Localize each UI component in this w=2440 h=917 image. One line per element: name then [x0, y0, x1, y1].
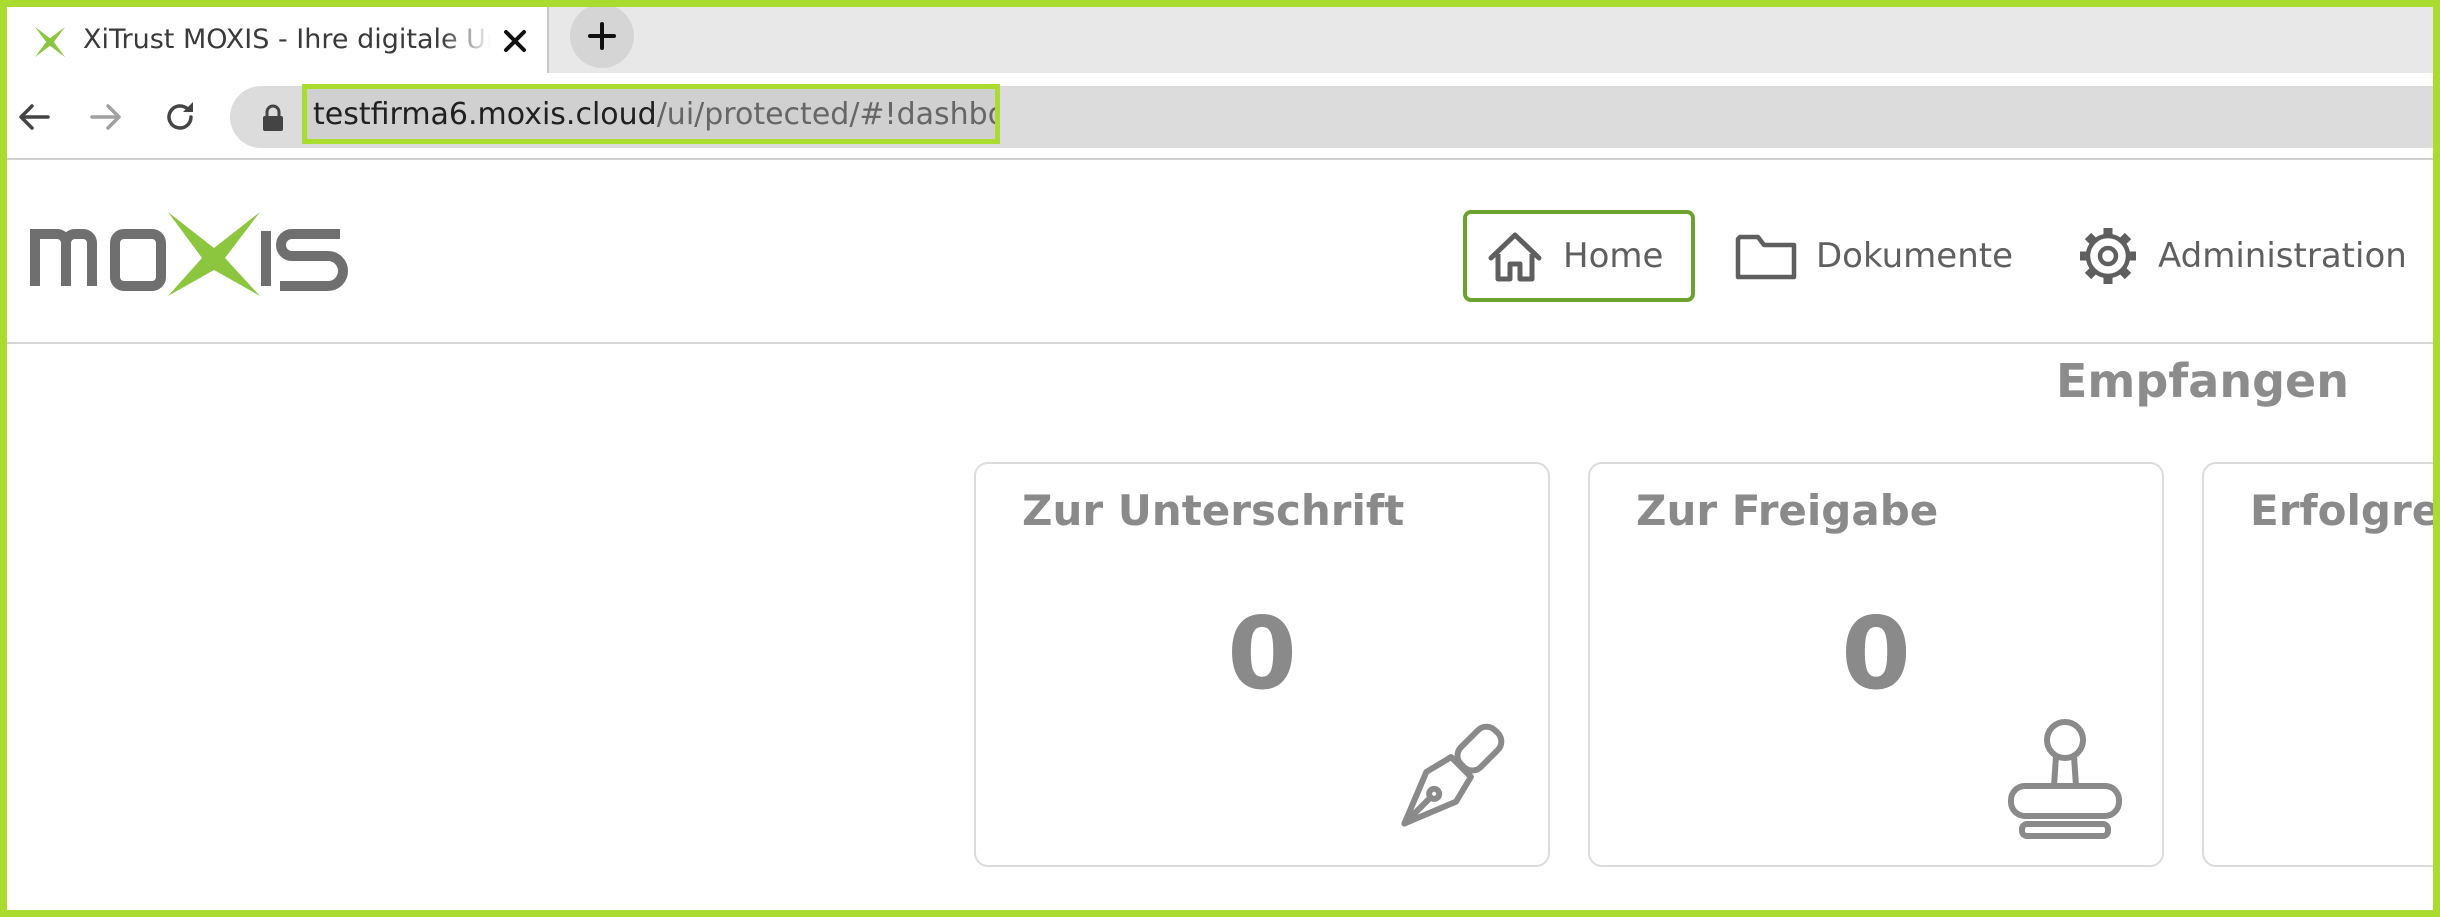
- browser-tab-strip: XiTrust MOXIS - Ihre digitale Unterschri…: [0, 0, 2440, 73]
- reload-icon[interactable]: [160, 97, 200, 137]
- nav-documents-label: Dokumente: [1816, 236, 2014, 276]
- card-successful[interactable]: Erfolgreich: [2202, 462, 2440, 867]
- nav-home[interactable]: Home: [1463, 210, 1695, 302]
- card-title: Zur Unterschrift: [1022, 486, 1405, 535]
- forward-arrow-icon[interactable]: [86, 97, 126, 137]
- nav-documents[interactable]: Dokumente: [1734, 210, 2013, 302]
- card-to-sign[interactable]: Zur Unterschrift 0: [974, 462, 1550, 867]
- url-host: testfirma6.moxis.cloud: [313, 96, 657, 132]
- section-title-received: Empfangen: [2056, 354, 2349, 408]
- lock-icon[interactable]: [260, 103, 286, 133]
- header-divider: [0, 342, 2440, 344]
- new-tab-button[interactable]: [570, 4, 634, 68]
- nav-administration-label: Administration: [2158, 236, 2407, 276]
- browser-tab[interactable]: XiTrust MOXIS - Ihre digitale Unterschri…: [7, 7, 549, 73]
- card-for-approval[interactable]: Zur Freigabe 0: [1588, 462, 2164, 867]
- address-bar[interactable]: testfirma6.moxis.cloud/ui/protected/#!da…: [230, 84, 2440, 148]
- card-count: 0: [1841, 595, 1911, 712]
- nav-home-label: Home: [1563, 236, 1664, 276]
- tab-title: XiTrust MOXIS - Ihre digitale Unterschri…: [83, 24, 491, 55]
- card-title: Zur Freigabe: [1636, 486, 1939, 535]
- gear-icon: [2080, 228, 2136, 284]
- browser-toolbar: testfirma6.moxis.cloud/ui/protected/#!da…: [0, 73, 2440, 159]
- app-header: Home Dokumente Administration: [0, 160, 2440, 343]
- url-text[interactable]: testfirma6.moxis.cloud/ui/protected/#!da…: [302, 84, 1000, 144]
- xitrust-favicon-icon: [34, 26, 66, 58]
- card-title: Erfolgreich: [2250, 486, 2440, 535]
- url-path: /ui/protected/#!dashboard: [656, 96, 995, 132]
- home-icon: [1488, 232, 1542, 282]
- moxis-logo[interactable]: [30, 208, 350, 300]
- plus-icon: [588, 22, 616, 50]
- nav-administration[interactable]: Administration: [2076, 210, 2407, 302]
- close-tab-icon[interactable]: [501, 27, 529, 55]
- card-count: 0: [1227, 595, 1297, 712]
- back-arrow-icon[interactable]: [14, 97, 54, 137]
- stamp-icon: [2008, 719, 2122, 839]
- folder-icon: [1735, 234, 1797, 280]
- pen-nib-icon: [1401, 723, 1505, 827]
